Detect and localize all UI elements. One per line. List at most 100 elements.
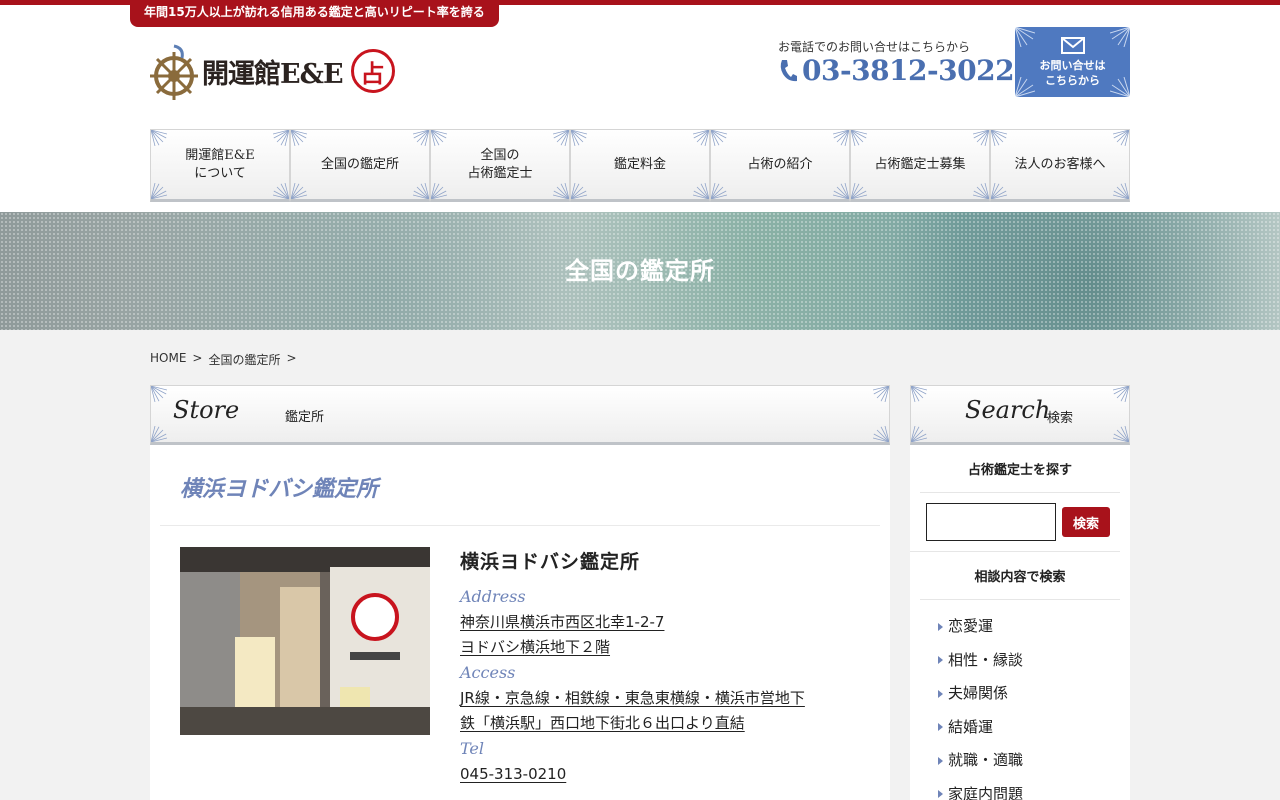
section-script-title: Search xyxy=(965,396,1051,424)
section-subtitle: 検索 xyxy=(1047,411,1074,426)
corner-ornament-icon xyxy=(1113,426,1129,442)
corner-ornament-icon xyxy=(833,130,849,146)
corner-ornament-icon xyxy=(151,130,167,146)
corner-ornament-icon xyxy=(413,130,429,146)
corner-ornament-icon xyxy=(833,183,849,199)
corner-ornament-icon xyxy=(693,183,709,199)
corner-ornament-icon xyxy=(1110,27,1130,47)
corner-ornament-icon xyxy=(1110,77,1130,97)
tagline: 年間15万人以上が訪れる信用ある鑑定と高いリピート率を誇る xyxy=(130,0,499,27)
divider xyxy=(160,525,880,526)
store-name: 横浜ヨドバシ鑑定所 xyxy=(460,551,641,573)
triangle-bullet-icon xyxy=(938,756,943,765)
site-logo[interactable]: 開運館E&E 占 xyxy=(150,42,395,100)
phone-caption: お電話でのお問い合せはこちらから xyxy=(778,40,971,54)
triangle-bullet-icon xyxy=(938,689,943,698)
store-section-header: Store 鑑定所 xyxy=(150,385,890,445)
site-header: 開運館E&E 占 お電話でのお問い合せはこちらから 03-3812-3022 お… xyxy=(0,5,1280,212)
store-photo xyxy=(180,547,430,735)
corner-ornament-icon xyxy=(553,130,569,146)
corner-ornament-icon xyxy=(1113,130,1129,146)
contact-button[interactable]: お問い合せは こちらから xyxy=(1015,27,1130,97)
store-photo-image xyxy=(180,547,430,735)
corner-ornament-icon xyxy=(693,130,709,146)
search-sidebar: Search 検索 占術鑑定士を探す 検索 相談内容で検索 恋愛運 相性・縁談 … xyxy=(910,385,1130,800)
category-label: 結婚運 xyxy=(948,717,994,736)
store-title: 横浜ヨドバシ鑑定所 xyxy=(180,476,379,502)
corner-ornament-icon xyxy=(711,183,727,199)
category-item[interactable]: 家庭内問題 xyxy=(938,778,1130,800)
category-label: 就職・適職 xyxy=(948,751,1024,769)
corner-ornament-icon xyxy=(151,183,167,199)
nav-recruitment[interactable]: 占術鑑定士募集 xyxy=(850,129,990,202)
find-teller-heading: 占術鑑定士を探す xyxy=(920,445,1120,493)
corner-ornament-icon xyxy=(151,386,167,402)
store-info: 横浜ヨドバシ鑑定所 Address 神奈川県横浜市西区北幸1-2-7 ヨドバシ横… xyxy=(460,547,870,787)
corner-ornament-icon xyxy=(431,183,447,199)
corner-ornament-icon xyxy=(553,183,569,199)
access-line[interactable]: JR線・京急線・相鉄線・東急東横線・横浜市営地下 xyxy=(460,686,870,711)
corner-ornament-icon xyxy=(911,426,927,442)
category-list: 恋愛運 相性・縁談 夫婦関係 結婚運 就職・適職 家庭内問題 xyxy=(910,600,1130,800)
nav-corporate[interactable]: 法人のお客様へ xyxy=(990,129,1130,202)
breadcrumb-current[interactable]: 全国の鑑定所 xyxy=(208,351,280,368)
corner-ornament-icon xyxy=(273,183,289,199)
breadcrumb-separator: > xyxy=(286,351,297,365)
ship-wheel-icon xyxy=(150,44,198,100)
hero-banner: 全国の鑑定所 xyxy=(0,212,1280,330)
logo-text: 開運館E&E xyxy=(202,58,344,90)
corner-ornament-icon xyxy=(413,183,429,199)
phone-row[interactable]: 03-3812-3022 xyxy=(778,54,1015,87)
category-item[interactable]: 相性・縁談 xyxy=(938,644,1130,678)
address-line[interactable]: 神奈川県横浜市西区北幸1-2-7 xyxy=(460,610,870,635)
category-item[interactable]: 恋愛運 xyxy=(938,610,1130,644)
mail-icon xyxy=(1060,37,1085,54)
nav-pricing[interactable]: 鑑定料金 xyxy=(570,129,710,202)
corner-ornament-icon xyxy=(991,130,1007,146)
corner-ornament-icon xyxy=(571,130,587,146)
corner-ornament-icon xyxy=(873,426,889,442)
category-item[interactable]: 結婚運 xyxy=(938,711,1130,745)
corner-ornament-icon xyxy=(711,130,727,146)
address-line[interactable]: ヨドバシ横浜地下２階 xyxy=(460,635,870,660)
triangle-bullet-icon xyxy=(938,723,943,732)
access-label: Access xyxy=(460,663,516,682)
tel-label: Tel xyxy=(460,739,485,758)
corner-ornament-icon xyxy=(1113,183,1129,199)
corner-ornament-icon xyxy=(973,183,989,199)
contact-button-line2: こちらから xyxy=(1045,74,1100,87)
corner-ornament-icon xyxy=(851,130,867,146)
corner-ornament-icon xyxy=(873,386,889,402)
access-line[interactable]: 鉄「横浜駅」西口地下街北６出口より直結 xyxy=(460,711,870,736)
corner-ornament-icon xyxy=(431,130,447,146)
phone-icon xyxy=(780,59,797,81)
corner-ornament-icon xyxy=(991,183,1007,199)
corner-ornament-icon xyxy=(273,130,289,146)
breadcrumb-separator: > xyxy=(192,351,203,365)
section-script-title: Store xyxy=(173,396,240,424)
address-label: Address xyxy=(460,587,526,606)
phone-number[interactable]: 03-3812-3022 xyxy=(802,54,1015,87)
breadcrumb-home[interactable]: HOME xyxy=(150,351,186,368)
logo-stamp: 占 xyxy=(350,49,395,93)
nav-divination-methods[interactable]: 占術の紹介 xyxy=(710,129,850,202)
corner-ornament-icon xyxy=(291,183,307,199)
category-heading: 相談内容で検索 xyxy=(920,552,1120,600)
nav-fortune-tellers[interactable]: 全国の 占術鑑定士 xyxy=(430,129,570,202)
corner-ornament-icon xyxy=(1015,77,1035,97)
category-item[interactable]: 就職・適職 xyxy=(938,744,1130,778)
corner-ornament-icon xyxy=(1113,386,1129,402)
tel-link[interactable]: 045-313-0210 xyxy=(460,762,870,787)
global-nav: 開運館E&E について 全国の鑑定所 全国の 占術鑑定士 鑑定料金 占術の紹介 … xyxy=(150,129,1130,202)
corner-ornament-icon xyxy=(851,183,867,199)
search-button[interactable]: 検索 xyxy=(1062,507,1110,537)
category-label: 家庭内問題 xyxy=(948,784,1024,800)
contact-button-line1: お問い合せは xyxy=(1039,59,1106,72)
nav-locations[interactable]: 全国の鑑定所 xyxy=(290,129,430,202)
breadcrumb: HOME > 全国の鑑定所 > xyxy=(150,351,297,368)
page-title: 全国の鑑定所 xyxy=(565,257,715,285)
nav-about[interactable]: 開運館E&E について xyxy=(150,129,290,202)
search-input[interactable] xyxy=(926,503,1056,541)
corner-ornament-icon xyxy=(571,183,587,199)
category-item[interactable]: 夫婦関係 xyxy=(938,677,1130,711)
